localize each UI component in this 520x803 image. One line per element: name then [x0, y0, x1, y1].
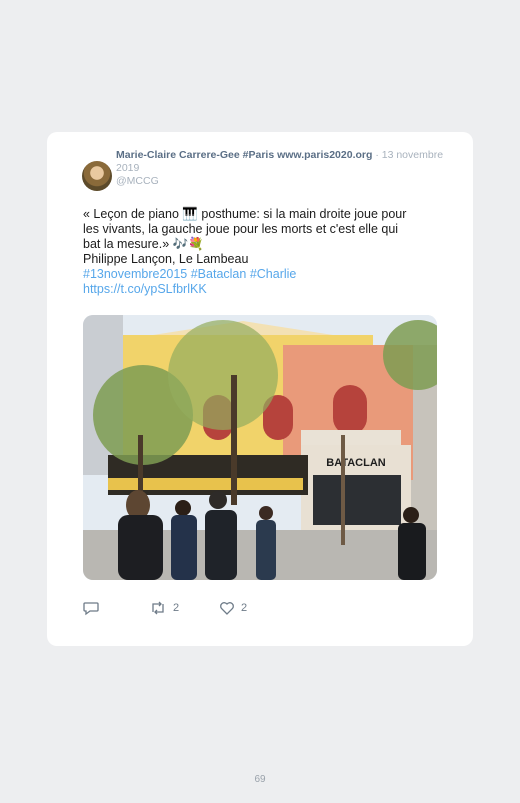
- heart-icon: [220, 602, 234, 615]
- page-number: 69: [254, 774, 266, 785]
- bataclan-sign: BATACLAN: [326, 457, 386, 469]
- author-handle[interactable]: @MCCG: [116, 175, 159, 187]
- tweet-meta: Marie-Claire Carrere-Gee #Paris www.pari…: [116, 149, 446, 188]
- tweet-link[interactable]: https://t.co/ypSLfbrlKK: [83, 282, 433, 297]
- retweet-icon: [152, 601, 164, 615]
- tweet-actions: 2 2: [83, 600, 433, 618]
- tweet-line: « Leçon de piano 🎹 posthume: si la main …: [83, 207, 407, 221]
- retweet-count: 2: [173, 602, 180, 614]
- tweet-card: Marie-Claire Carrere-Gee #Paris www.pari…: [47, 132, 473, 646]
- tweet-line: Philippe Lançon, Le Lambeau: [83, 252, 249, 266]
- tweet-text: « Leçon de piano 🎹 posthume: si la main …: [83, 207, 433, 297]
- author-name[interactable]: Marie-Claire Carrere-Gee #Paris www.pari…: [116, 149, 372, 161]
- retweet-button[interactable]: 2: [149, 600, 179, 616]
- hashtag-13novembre2015[interactable]: #13novembre2015: [83, 267, 187, 281]
- hashtag-charlie[interactable]: #Charlie: [250, 267, 297, 281]
- reply-button[interactable]: [83, 600, 99, 616]
- tweet-line: les vivants, la gauche joue pour les mor…: [83, 222, 399, 236]
- tweet-photo[interactable]: BATACLAN: [83, 315, 437, 580]
- reply-icon: [83, 602, 99, 616]
- tweet-line: bat la mesure.» 🎶💐: [83, 237, 204, 251]
- bataclan-photo-illustration: BATACLAN: [83, 315, 437, 580]
- hashtag-line: #13novembre2015 #Bataclan #Charlie: [83, 267, 433, 282]
- like-count: 2: [241, 602, 248, 614]
- avatar[interactable]: [82, 161, 112, 191]
- hashtag-bataclan[interactable]: #Bataclan: [191, 267, 247, 281]
- like-button[interactable]: 2: [219, 600, 247, 616]
